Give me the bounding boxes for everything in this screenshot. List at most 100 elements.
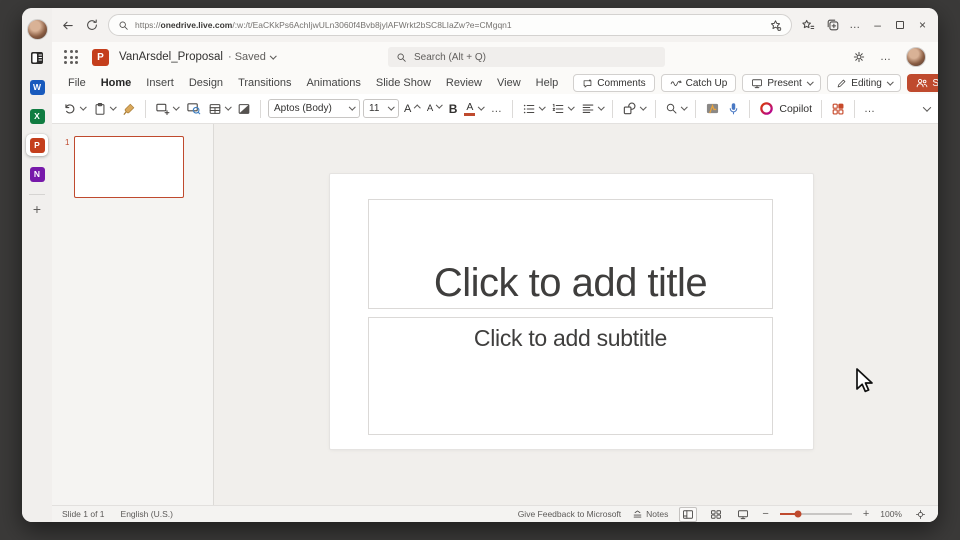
find-button[interactable] xyxy=(663,100,689,117)
chevron-down-icon xyxy=(597,103,605,111)
ribbon-more-button[interactable]: … xyxy=(862,101,878,117)
minimize-button[interactable]: – xyxy=(874,18,881,32)
zoom-slider-knob[interactable] xyxy=(794,510,802,518)
menu-tab-design[interactable]: Design xyxy=(189,77,223,89)
designer-button[interactable] xyxy=(829,100,847,118)
table-button[interactable] xyxy=(206,100,233,118)
grow-font-button[interactable]: A xyxy=(402,101,422,117)
menu-tab-animations[interactable]: Animations xyxy=(306,77,360,89)
search-input[interactable]: Search (Alt + Q) xyxy=(388,47,665,67)
word-icon: W xyxy=(29,79,45,95)
font-name-select[interactable]: Aptos (Body) xyxy=(268,99,360,118)
ribbon-divider xyxy=(260,99,261,118)
maximize-button[interactable] xyxy=(895,21,904,29)
paste-button[interactable] xyxy=(91,100,118,118)
chevron-down-icon xyxy=(806,78,814,85)
status-bar: Slide 1 of 1 English (U.S.) Give Feedbac… xyxy=(52,505,938,522)
menu-tab-file[interactable]: File xyxy=(68,77,86,89)
menu-tab-review[interactable]: Review xyxy=(446,77,482,89)
close-button[interactable]: × xyxy=(919,18,926,32)
present-button[interactable]: Present xyxy=(742,74,822,92)
slide-sorter-view-button[interactable] xyxy=(708,508,724,521)
bullets-button[interactable] xyxy=(520,100,547,118)
collections-button[interactable] xyxy=(824,16,842,34)
document-title[interactable]: VanArsdel_Proposal xyxy=(119,51,223,63)
header-more-button[interactable]: … xyxy=(880,51,892,63)
slideshow-view-button[interactable] xyxy=(735,508,751,521)
sidebar-item-powerpoint[interactable]: P xyxy=(26,134,48,156)
ribbon-divider xyxy=(749,99,751,118)
title-placeholder[interactable]: Click to add title xyxy=(368,199,773,309)
menu-tab-home[interactable]: Home xyxy=(101,77,132,89)
numbering-button[interactable] xyxy=(549,100,576,118)
refresh-button[interactable] xyxy=(83,16,101,34)
zoom-out-button[interactable]: − xyxy=(762,508,768,520)
slide-number: 1 xyxy=(65,138,70,147)
onenote-icon: N xyxy=(29,166,45,182)
back-button[interactable] xyxy=(58,16,76,34)
zoom-in-button[interactable]: + xyxy=(863,508,869,520)
reuse-slides-button[interactable] xyxy=(184,99,203,118)
copilot-button[interactable]: Copilot xyxy=(757,99,814,118)
sidebar-item-onenote[interactable]: N xyxy=(26,163,48,185)
bold-button[interactable]: B xyxy=(447,100,460,118)
menu-tab-slideshow[interactable]: Slide Show xyxy=(376,77,431,89)
align-button[interactable] xyxy=(579,100,606,118)
slide-thumbnail[interactable] xyxy=(74,136,185,198)
new-slide-button[interactable] xyxy=(153,99,181,118)
shapes-button[interactable] xyxy=(620,99,648,118)
notes-icon xyxy=(633,510,642,518)
ribbon-divider xyxy=(612,99,614,118)
format-painter-button[interactable] xyxy=(120,100,138,118)
slide-thumbnail-panel: 1 xyxy=(52,124,214,505)
menu-tab-insert[interactable]: Insert xyxy=(146,77,174,89)
language-status[interactable]: English (U.S.) xyxy=(121,509,173,519)
reuse-slides-icon xyxy=(186,103,200,115)
sidebar-add-button[interactable]: + xyxy=(33,202,41,216)
ribbon-divider xyxy=(511,99,513,118)
ribbon-divider xyxy=(821,99,823,118)
font-more-button[interactable]: … xyxy=(489,101,505,117)
zoom-slider[interactable] xyxy=(779,510,852,518)
share-button[interactable]: Share xyxy=(907,74,938,92)
cameo-button[interactable] xyxy=(703,100,722,117)
normal-view-button[interactable] xyxy=(679,506,698,522)
sidebar-item-excel[interactable]: X xyxy=(26,105,48,127)
menu-tab-transitions[interactable]: Transitions xyxy=(238,77,291,89)
save-status[interactable]: · Saved xyxy=(228,51,277,63)
menu-tab-help[interactable]: Help xyxy=(536,77,559,89)
chevron-down-icon xyxy=(173,103,180,111)
gear-icon[interactable] xyxy=(852,50,866,64)
subtitle-placeholder[interactable]: Click to add subtitle xyxy=(368,317,773,435)
app-launcher-icon[interactable] xyxy=(64,50,78,64)
chevron-up-icon xyxy=(414,104,421,111)
sidebar-item-word[interactable]: W xyxy=(26,76,48,98)
people-icon xyxy=(917,79,928,88)
picture-button[interactable] xyxy=(235,100,253,118)
editing-mode-button[interactable]: Editing xyxy=(827,74,902,92)
feedback-link[interactable]: Give Feedback to Microsoft xyxy=(518,509,621,519)
sidebar-item-notebook[interactable] xyxy=(26,47,48,69)
menu-tab-view[interactable]: View xyxy=(497,77,521,89)
slide[interactable]: Click to add title Click to add subtitle xyxy=(330,174,813,449)
bookmark-add-icon[interactable] xyxy=(769,19,782,32)
dictate-button[interactable] xyxy=(725,100,742,118)
fit-to-window-button[interactable] xyxy=(913,508,928,521)
browser-menu-button[interactable]: … xyxy=(849,19,861,31)
shrink-font-button[interactable]: A xyxy=(425,101,444,116)
account-avatar[interactable] xyxy=(906,47,926,67)
powerpoint-logo-icon[interactable]: P xyxy=(92,48,109,66)
font-color-button[interactable]: A xyxy=(462,100,486,118)
chevron-down-icon xyxy=(886,78,894,85)
shapes-icon xyxy=(624,102,636,115)
address-bar[interactable]: https://onedrive.live.com/:w:/t/EaCKkPs6… xyxy=(108,14,793,36)
font-size-select[interactable]: 11 xyxy=(363,99,399,118)
notes-toggle[interactable]: Notes xyxy=(632,509,668,519)
collapse-ribbon-icon[interactable] xyxy=(922,102,932,112)
catch-up-button[interactable]: Catch Up xyxy=(660,74,737,92)
comments-button[interactable]: Comments xyxy=(573,74,655,92)
undo-button[interactable] xyxy=(60,99,88,118)
profile-avatar[interactable] xyxy=(26,19,48,40)
zoom-level[interactable]: 100% xyxy=(880,509,902,519)
favorites-button[interactable] xyxy=(799,16,817,34)
